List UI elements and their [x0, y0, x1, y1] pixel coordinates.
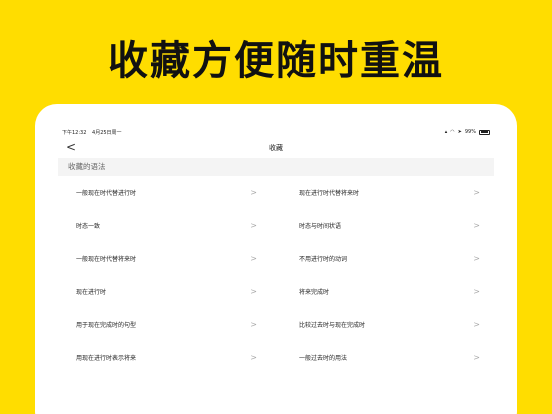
battery-percent: 99% — [464, 129, 476, 135]
chevron-right-icon: > — [250, 221, 257, 230]
chevron-right-icon: > — [473, 353, 480, 362]
list-item[interactable]: 比较过去时与现在完成时 > — [283, 308, 494, 341]
list-row: 一般现在时代替将来时 > 不用进行时的动词 > — [58, 242, 494, 275]
item-label: 用于现在完成时的句型 — [76, 322, 137, 329]
chevron-right-icon: > — [250, 188, 257, 197]
list-item[interactable]: 现在进行时代替将来时 > — [283, 176, 494, 209]
item-label: 将来完成时 — [299, 289, 330, 296]
item-label: 一般现在时代替将来时 — [76, 256, 137, 263]
chevron-right-icon: > — [250, 287, 257, 296]
item-label: 时态一致 — [76, 223, 101, 230]
app-screen: 下午12:32 4月25日周一 ▴ ◠ ➤ 99% < 收藏 收藏的语法 一般现… — [58, 126, 494, 414]
item-label: 用现在进行时表示将来 — [76, 355, 137, 362]
chevron-right-icon: > — [473, 287, 480, 296]
chevron-right-icon: > — [250, 254, 257, 263]
item-label: 比较过去时与现在完成时 — [299, 322, 366, 329]
section-header: 收藏的语法 — [58, 158, 494, 176]
item-label: 一般现在时代替进行时 — [76, 190, 137, 197]
list-row: 用现在进行时表示将来 > 一般过去时的用法 > — [58, 341, 494, 374]
chevron-right-icon: > — [250, 320, 257, 329]
page-title: 收藏 — [269, 144, 283, 152]
list-item[interactable]: 用现在进行时表示将来 > — [58, 341, 283, 374]
chevron-right-icon: > — [473, 254, 480, 263]
navigation-bar: < 收藏 — [58, 138, 494, 158]
list-item[interactable]: 一般现在时代替将来时 > — [58, 242, 283, 275]
battery-icon — [479, 129, 490, 135]
grammar-list: 一般现在时代替进行时 > 现在进行时代替将来时 > 时态一致 > 时态与时间状语… — [58, 176, 494, 374]
chevron-right-icon: > — [473, 221, 480, 230]
list-item[interactable]: 用于现在完成时的句型 > — [58, 308, 283, 341]
list-row: 一般现在时代替进行时 > 现在进行时代替将来时 > — [58, 176, 494, 209]
status-date: 4月25日周一 — [92, 129, 122, 136]
wifi-icon: ◠ — [450, 129, 455, 135]
chevron-right-icon: > — [250, 353, 257, 362]
back-button[interactable]: < — [66, 140, 76, 154]
list-item[interactable]: 一般过去时的用法 > — [283, 341, 494, 374]
item-label: 不用进行时的动词 — [299, 256, 348, 263]
status-bar: 下午12:32 4月25日周一 ▴ ◠ ➤ 99% — [58, 126, 494, 138]
list-item[interactable]: 将来完成时 > — [283, 275, 494, 308]
location-icon: ➤ — [457, 129, 462, 135]
list-item[interactable]: 现在进行时 > — [58, 275, 283, 308]
promo-headline: 收藏方便随时重温 — [108, 38, 444, 84]
list-item[interactable]: 一般现在时代替进行时 > — [58, 176, 283, 209]
list-row: 时态一致 > 时态与时间状语 > — [58, 209, 494, 242]
list-row: 用于现在完成时的句型 > 比较过去时与现在完成时 > — [58, 308, 494, 341]
item-label: 现在进行时代替将来时 — [299, 190, 360, 197]
status-time: 下午12:32 — [62, 129, 87, 136]
list-row: 现在进行时 > 将来完成时 > — [58, 275, 494, 308]
chevron-right-icon: > — [473, 188, 480, 197]
item-label: 时态与时间状语 — [299, 223, 342, 230]
item-label: 一般过去时的用法 — [299, 355, 348, 362]
chevron-right-icon: > — [473, 320, 480, 329]
list-item[interactable]: 时态一致 > — [58, 209, 283, 242]
list-item[interactable]: 时态与时间状语 > — [283, 209, 494, 242]
item-label: 现在进行时 — [76, 289, 107, 296]
list-item[interactable]: 不用进行时的动词 > — [283, 242, 494, 275]
signal-icon: ▴ — [444, 129, 448, 135]
